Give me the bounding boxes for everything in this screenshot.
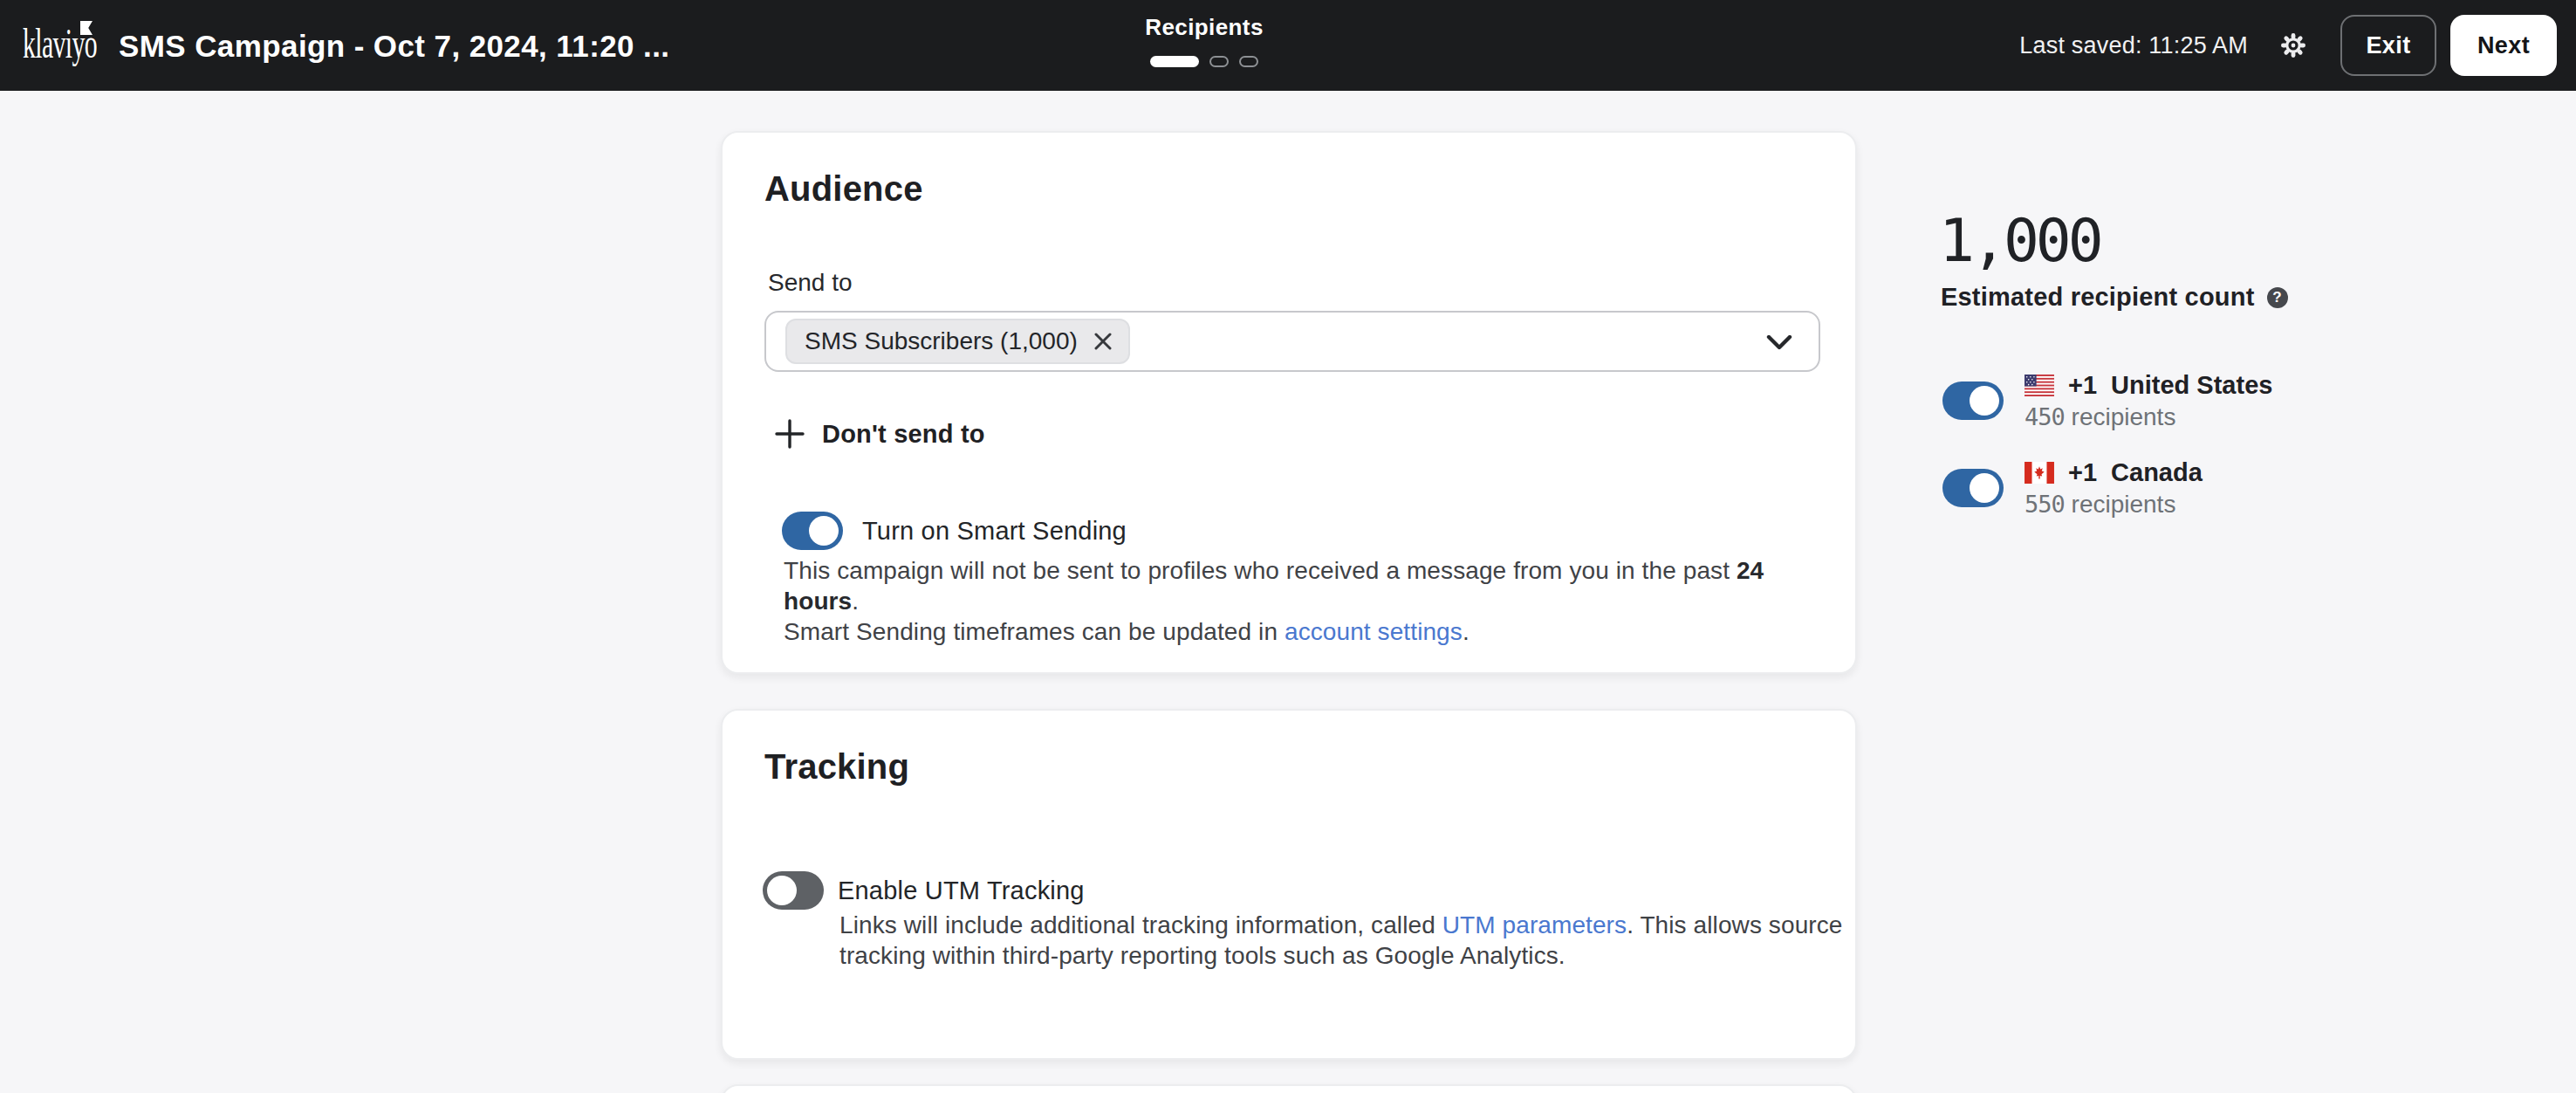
recipient-word: recipients: [2072, 491, 2176, 518]
top-bar: klaviyo SMS Campaign - Oct 7, 2024, 11:2…: [0, 0, 2576, 91]
utm-parameters-link[interactable]: UTM parameters: [1442, 911, 1627, 938]
desc-text: Links will include additional tracking i…: [839, 911, 1442, 938]
tracking-card: Tracking Enable UTM Tracking Links will …: [721, 709, 1857, 1060]
country-name: Canada: [2111, 456, 2203, 489]
us-toggle[interactable]: [1942, 382, 2004, 420]
chevron-down-icon[interactable]: [1766, 335, 1792, 351]
estimated-recipient-count-label: Estimated recipient count ?: [1941, 283, 2288, 312]
tracking-heading: Tracking: [764, 744, 909, 789]
desc-text: .: [852, 588, 859, 615]
dont-send-to-button[interactable]: Don't send to: [775, 419, 985, 449]
toggle-knob: [767, 876, 797, 905]
desc-text: Smart Sending timeframes can be updated …: [784, 618, 1285, 645]
ca-toggle[interactable]: [1942, 469, 2004, 507]
toggle-knob: [1970, 473, 1999, 503]
audience-chip[interactable]: SMS Subscribers (1,000): [785, 319, 1130, 364]
step-pills: [1073, 56, 1335, 67]
recipient-count: 550 recipients: [2024, 489, 2203, 520]
smart-sending-row: Turn on Smart Sending: [782, 512, 1127, 550]
audience-heading: Audience: [764, 166, 923, 211]
next-button[interactable]: Next: [2450, 15, 2557, 76]
account-settings-link[interactable]: account settings: [1285, 618, 1463, 645]
sms-campaign-page: klaviyo SMS Campaign - Oct 7, 2024, 11:2…: [0, 0, 2576, 1093]
smart-sending-description: This campaign will not be sent to profil…: [784, 555, 1831, 647]
dont-send-label: Don't send to: [822, 420, 985, 449]
step-pill-recipients[interactable]: [1150, 56, 1199, 67]
chip-label: SMS Subscribers (1,000): [805, 327, 1078, 355]
toggle-knob: [809, 516, 839, 546]
recipient-word: recipients: [2072, 403, 2176, 430]
recipient-number: 550: [2024, 491, 2065, 518]
recipient-count: 450 recipients: [2024, 402, 2272, 433]
audience-card: Audience Send to SMS Subscribers (1,000): [721, 131, 1857, 674]
us-flag-icon: [2024, 375, 2054, 396]
utm-tracking-toggle[interactable]: [763, 871, 824, 910]
smart-sending-toggle[interactable]: [782, 512, 843, 550]
help-icon[interactable]: ?: [2267, 287, 2288, 308]
toggle-knob: [1970, 386, 1999, 416]
last-saved-text: Last saved: 11:25 AM: [2019, 32, 2248, 59]
campaign-title: SMS Campaign - Oct 7, 2024, 11:20 ...: [119, 0, 669, 91]
recipient-number: 450: [2024, 403, 2065, 430]
estimated-recipient-count-value: 1,000: [1939, 208, 2100, 274]
utm-tracking-row: Enable UTM Tracking: [763, 871, 1085, 910]
desc-text: tracking within third-party reporting to…: [839, 942, 1565, 969]
country-code: +1: [2068, 368, 2097, 402]
remove-chip-icon[interactable]: [1093, 332, 1113, 351]
ca-flag-icon: [2024, 462, 2054, 484]
desc-text: This campaign will not be sent to profil…: [784, 557, 1737, 584]
next-section-card-edge: [721, 1084, 1857, 1093]
utm-tracking-description: Links will include additional tracking i…: [839, 910, 1843, 971]
desc-text: .: [1463, 618, 1470, 645]
send-to-label: Send to: [768, 265, 853, 300]
plus-icon: [775, 419, 805, 449]
exit-button[interactable]: Exit: [2340, 15, 2436, 76]
desc-text: . This allows source: [1627, 911, 1842, 938]
country-code: +1: [2068, 456, 2097, 489]
utm-tracking-label: Enable UTM Tracking: [838, 876, 1085, 905]
progress-steps: Recipients: [1073, 14, 1335, 67]
step-pill-3[interactable]: [1239, 56, 1258, 67]
smart-sending-label: Turn on Smart Sending: [862, 517, 1127, 546]
country-name: United States: [2111, 368, 2272, 402]
country-row-canada: +1 Canada 550 recipients: [1942, 456, 2203, 520]
gear-icon[interactable]: [2279, 31, 2307, 59]
header-actions: Last saved: 11:25 AM Exit Next: [2019, 0, 2557, 91]
step-pill-2[interactable]: [1209, 56, 1229, 67]
send-to-select[interactable]: SMS Subscribers (1,000): [764, 311, 1820, 372]
country-row-united-states: +1 United States 450 recipients: [1942, 368, 2272, 433]
count-label-text: Estimated recipient count: [1941, 283, 2255, 312]
step-label: Recipients: [1073, 14, 1335, 40]
